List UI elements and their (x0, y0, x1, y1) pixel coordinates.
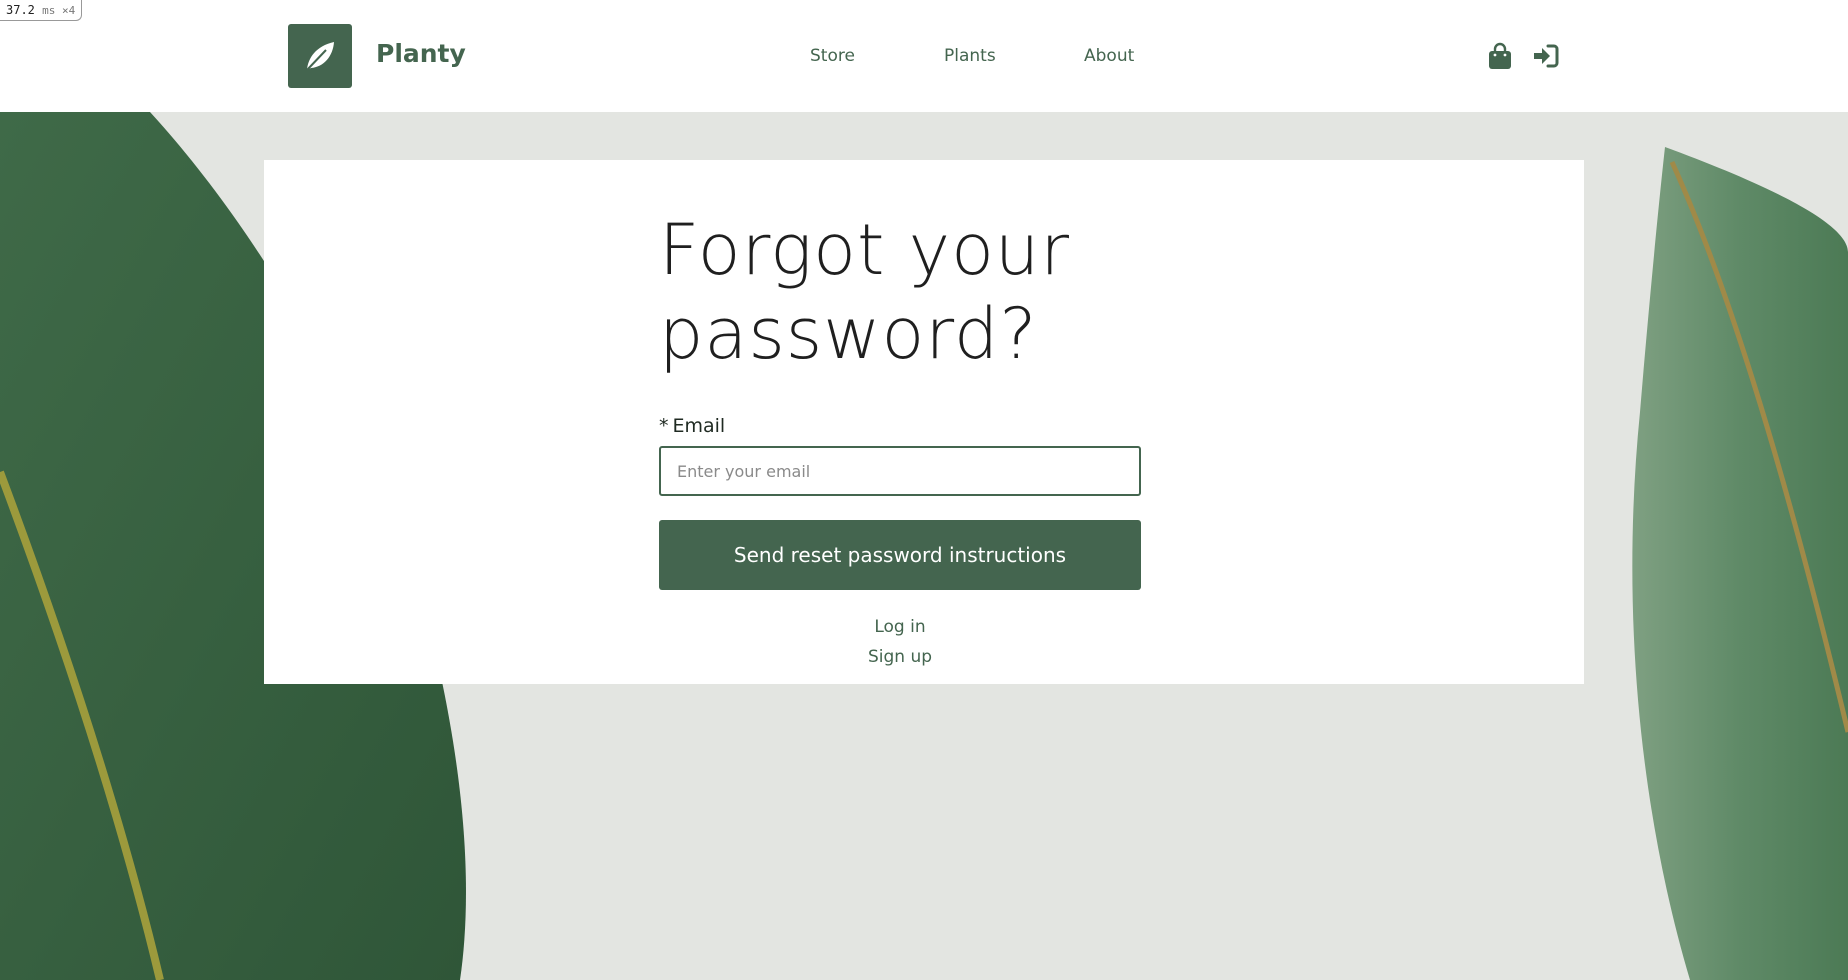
perf-badge: 37.2 ms ×4 (0, 0, 83, 21)
perf-badge-value: 37.2 (6, 3, 35, 17)
email-input[interactable] (659, 446, 1141, 496)
perf-badge-unit: ms ×4 (42, 4, 76, 17)
reset-password-form: Forgot your password? *Email Send reset … (659, 208, 1141, 672)
nav-store[interactable]: Store (810, 44, 855, 68)
page-title: Forgot your password? (659, 209, 1071, 375)
login-link[interactable]: Log in (659, 612, 1141, 642)
nav-plants[interactable]: Plants (944, 44, 996, 68)
cart-button[interactable] (1484, 40, 1516, 72)
required-marker: * (659, 415, 669, 437)
nav-about[interactable]: About (1084, 44, 1134, 68)
logo-link[interactable] (288, 24, 352, 88)
email-label: * Email (659, 414, 1141, 438)
leaf-icon (306, 42, 334, 71)
email-label-text: Email (672, 415, 726, 437)
auth-links: Log in Sign up (659, 612, 1141, 672)
reset-password-card: Forgot your password? *Email Send reset … (264, 160, 1584, 684)
page: 37.2 ms ×4 Planty Store Plants About For… (0, 0, 1848, 980)
sign-in-icon (1534, 44, 1559, 68)
send-reset-instructions-button[interactable]: Send reset password instructions (659, 520, 1141, 590)
brand-name[interactable]: Planty (376, 36, 466, 72)
shopping-bag-icon (1489, 42, 1511, 69)
login-icon-button[interactable] (1530, 40, 1562, 72)
site-header: Planty Store Plants About (0, 0, 1848, 112)
signup-link[interactable]: Sign up (659, 642, 1141, 672)
